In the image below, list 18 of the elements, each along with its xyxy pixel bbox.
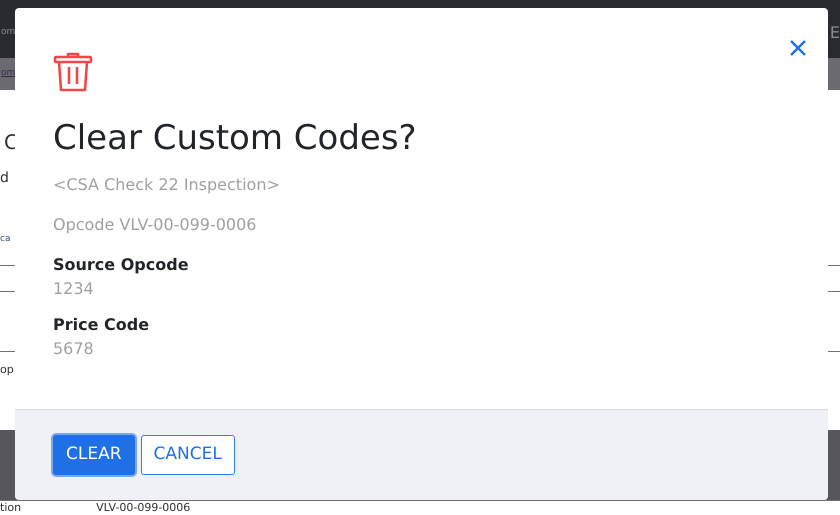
cancel-button[interactable]: CANCEL — [140, 435, 235, 474]
field-label: op — [0, 362, 14, 378]
opcode-text: Opcode VLV-00-099-0006 — [53, 214, 258, 236]
clear-button[interactable]: CLEAR — [53, 435, 135, 474]
field-label: Source Opcode — [53, 254, 190, 276]
field-value: 1234 — [53, 278, 95, 300]
dialog-subtitle: <CSA Check 22 Inspection> — [53, 174, 281, 196]
field-value: 5678 — [53, 338, 95, 360]
navbar-link[interactable]: om — [1, 26, 16, 40]
tab[interactable]: ca — [0, 233, 10, 246]
breadcrumb-link[interactable]: om — [1, 67, 16, 81]
field-label: Price Code — [53, 314, 150, 336]
dialog-title: Clear Custom Codes? — [53, 118, 418, 159]
page-subtitle: d — [0, 169, 9, 188]
navbar-link[interactable]: E — [830, 21, 840, 45]
table-cell: VLV-00-099-0006 — [96, 500, 190, 515]
trash-icon — [53, 52, 93, 92]
table-cell: tion — [0, 500, 22, 515]
